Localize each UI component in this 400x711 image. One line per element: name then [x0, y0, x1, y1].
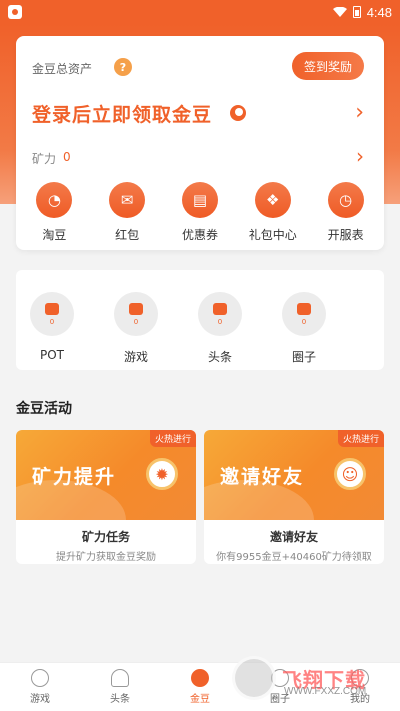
mining-power-label: 矿力	[32, 152, 57, 166]
chevron-right-icon[interactable]: ›	[356, 144, 364, 168]
login-prompt[interactable]: 登录后立即领取金豆	[32, 100, 212, 127]
quick-action-server-list[interactable]: ◷ 开服表	[313, 182, 379, 243]
stat-label: 头条	[207, 350, 232, 364]
gift-icon: ❖	[254, 182, 291, 218]
bell-icon	[111, 669, 129, 687]
quick-action-gift-center[interactable]: ❖ 礼包中心	[240, 182, 306, 243]
quick-action-red-envelope[interactable]: ✉ 红包	[94, 182, 160, 243]
activity-card-mining-task[interactable]: 火热进行 矿力提升 ✹ 矿力任务 提升矿力获取金豆奖励	[16, 430, 196, 564]
battery-icon	[352, 6, 361, 18]
activities-section-title: 金豆活动	[16, 401, 72, 417]
wifi-icon	[332, 7, 347, 17]
quick-action-label: 优惠券	[181, 228, 218, 242]
nav-label: 游戏	[30, 694, 50, 705]
help-icon[interactable]: ?	[114, 58, 132, 76]
chevron-right-icon[interactable]: ›	[355, 100, 364, 125]
gold-bean-icon	[230, 105, 246, 121]
red-envelope-icon: ✉	[109, 182, 146, 218]
stat-count: 0	[49, 317, 55, 326]
stats-card: 0 POT 0 游戏 0 头条 0 圈子	[16, 270, 384, 370]
news-icon: 0	[198, 292, 242, 336]
stat-count: 0	[217, 317, 223, 326]
hot-badge: 火热进行	[337, 430, 384, 447]
stat-label: 圈子	[291, 350, 316, 364]
friends-icon: ☺	[334, 458, 366, 490]
nav-item-gold-bean[interactable]: 金豆	[160, 663, 240, 711]
nav-item-games[interactable]: 游戏	[0, 663, 80, 711]
quick-actions: ◔ 淘豆 ✉ 红包 ▤ 优惠券 ❖ 礼包中心 ◷ 开服表	[16, 182, 384, 243]
nav-label: 金豆	[190, 694, 210, 705]
hot-badge: 火热进行	[149, 430, 196, 447]
pot-icon: 0	[30, 292, 74, 336]
activity-title: 矿力任务	[81, 530, 130, 544]
activity-banner: 火热进行 矿力提升 ✹	[16, 430, 196, 520]
group-icon: 0	[282, 292, 326, 336]
nav-item-news[interactable]: 头条	[80, 663, 160, 711]
activity-desc: 提升矿力获取金豆奖励	[56, 552, 156, 563]
quick-action-label: 礼包中心	[248, 228, 297, 242]
status-bar: 4:48	[0, 0, 400, 24]
game-controller-icon	[31, 669, 49, 687]
quick-action-label: 红包	[115, 228, 140, 242]
asset-card: 金豆总资产 ? 签到奖励 登录后立即领取金豆 › 矿力 0 › ◔ 淘豆 ✉ 红…	[16, 36, 384, 250]
stat-count: 0	[133, 317, 139, 326]
coupon-icon: ▤	[181, 182, 218, 218]
app-notification-icon	[8, 5, 22, 19]
stat-pot[interactable]: 0 POT	[30, 292, 74, 365]
stat-groups[interactable]: 0 圈子	[282, 292, 326, 365]
quick-action-label: 淘豆	[42, 228, 67, 242]
checkin-reward-button[interactable]: 签到奖励	[292, 52, 364, 80]
status-time: 4:48	[366, 4, 392, 20]
stat-label: 游戏	[123, 350, 148, 364]
stat-games[interactable]: 0 游戏	[114, 292, 158, 365]
game-icon: 0	[114, 292, 158, 336]
quick-action-label: 开服表	[327, 228, 364, 242]
stat-count: 0	[301, 317, 307, 326]
banner-text: 邀请好友	[220, 466, 305, 488]
activity-banner: 火热进行 邀请好友 ☺	[204, 430, 384, 520]
nav-label: 头条	[110, 694, 130, 705]
activity-title: 邀请好友	[269, 530, 318, 544]
star-icon: ✹	[146, 458, 178, 490]
watermark-logo-icon	[232, 656, 276, 700]
clock-icon: ◷	[327, 182, 364, 218]
watermark: 飞翔下载 WWW.FXXZ.COM	[232, 650, 392, 706]
total-assets-label: 金豆总资产	[32, 62, 93, 76]
activity-card-invite-friends[interactable]: 火热进行 邀请好友 ☺ 邀请好友 你有9955金豆+40460矿力待领取	[204, 430, 384, 564]
watermark-url: WWW.FXXZ.COM	[284, 686, 367, 697]
stat-news[interactable]: 0 头条	[198, 292, 242, 365]
bean-icon: ◔	[36, 182, 73, 218]
activity-desc: 你有9955金豆+40460矿力待领取	[216, 552, 372, 563]
quick-action-coupon[interactable]: ▤ 优惠券	[167, 182, 233, 243]
bean-icon	[191, 669, 209, 687]
stat-label: POT	[39, 348, 64, 362]
banner-text: 矿力提升	[32, 466, 117, 488]
quick-action-taodou[interactable]: ◔ 淘豆	[21, 182, 87, 243]
mining-power-value: 0	[63, 150, 71, 164]
